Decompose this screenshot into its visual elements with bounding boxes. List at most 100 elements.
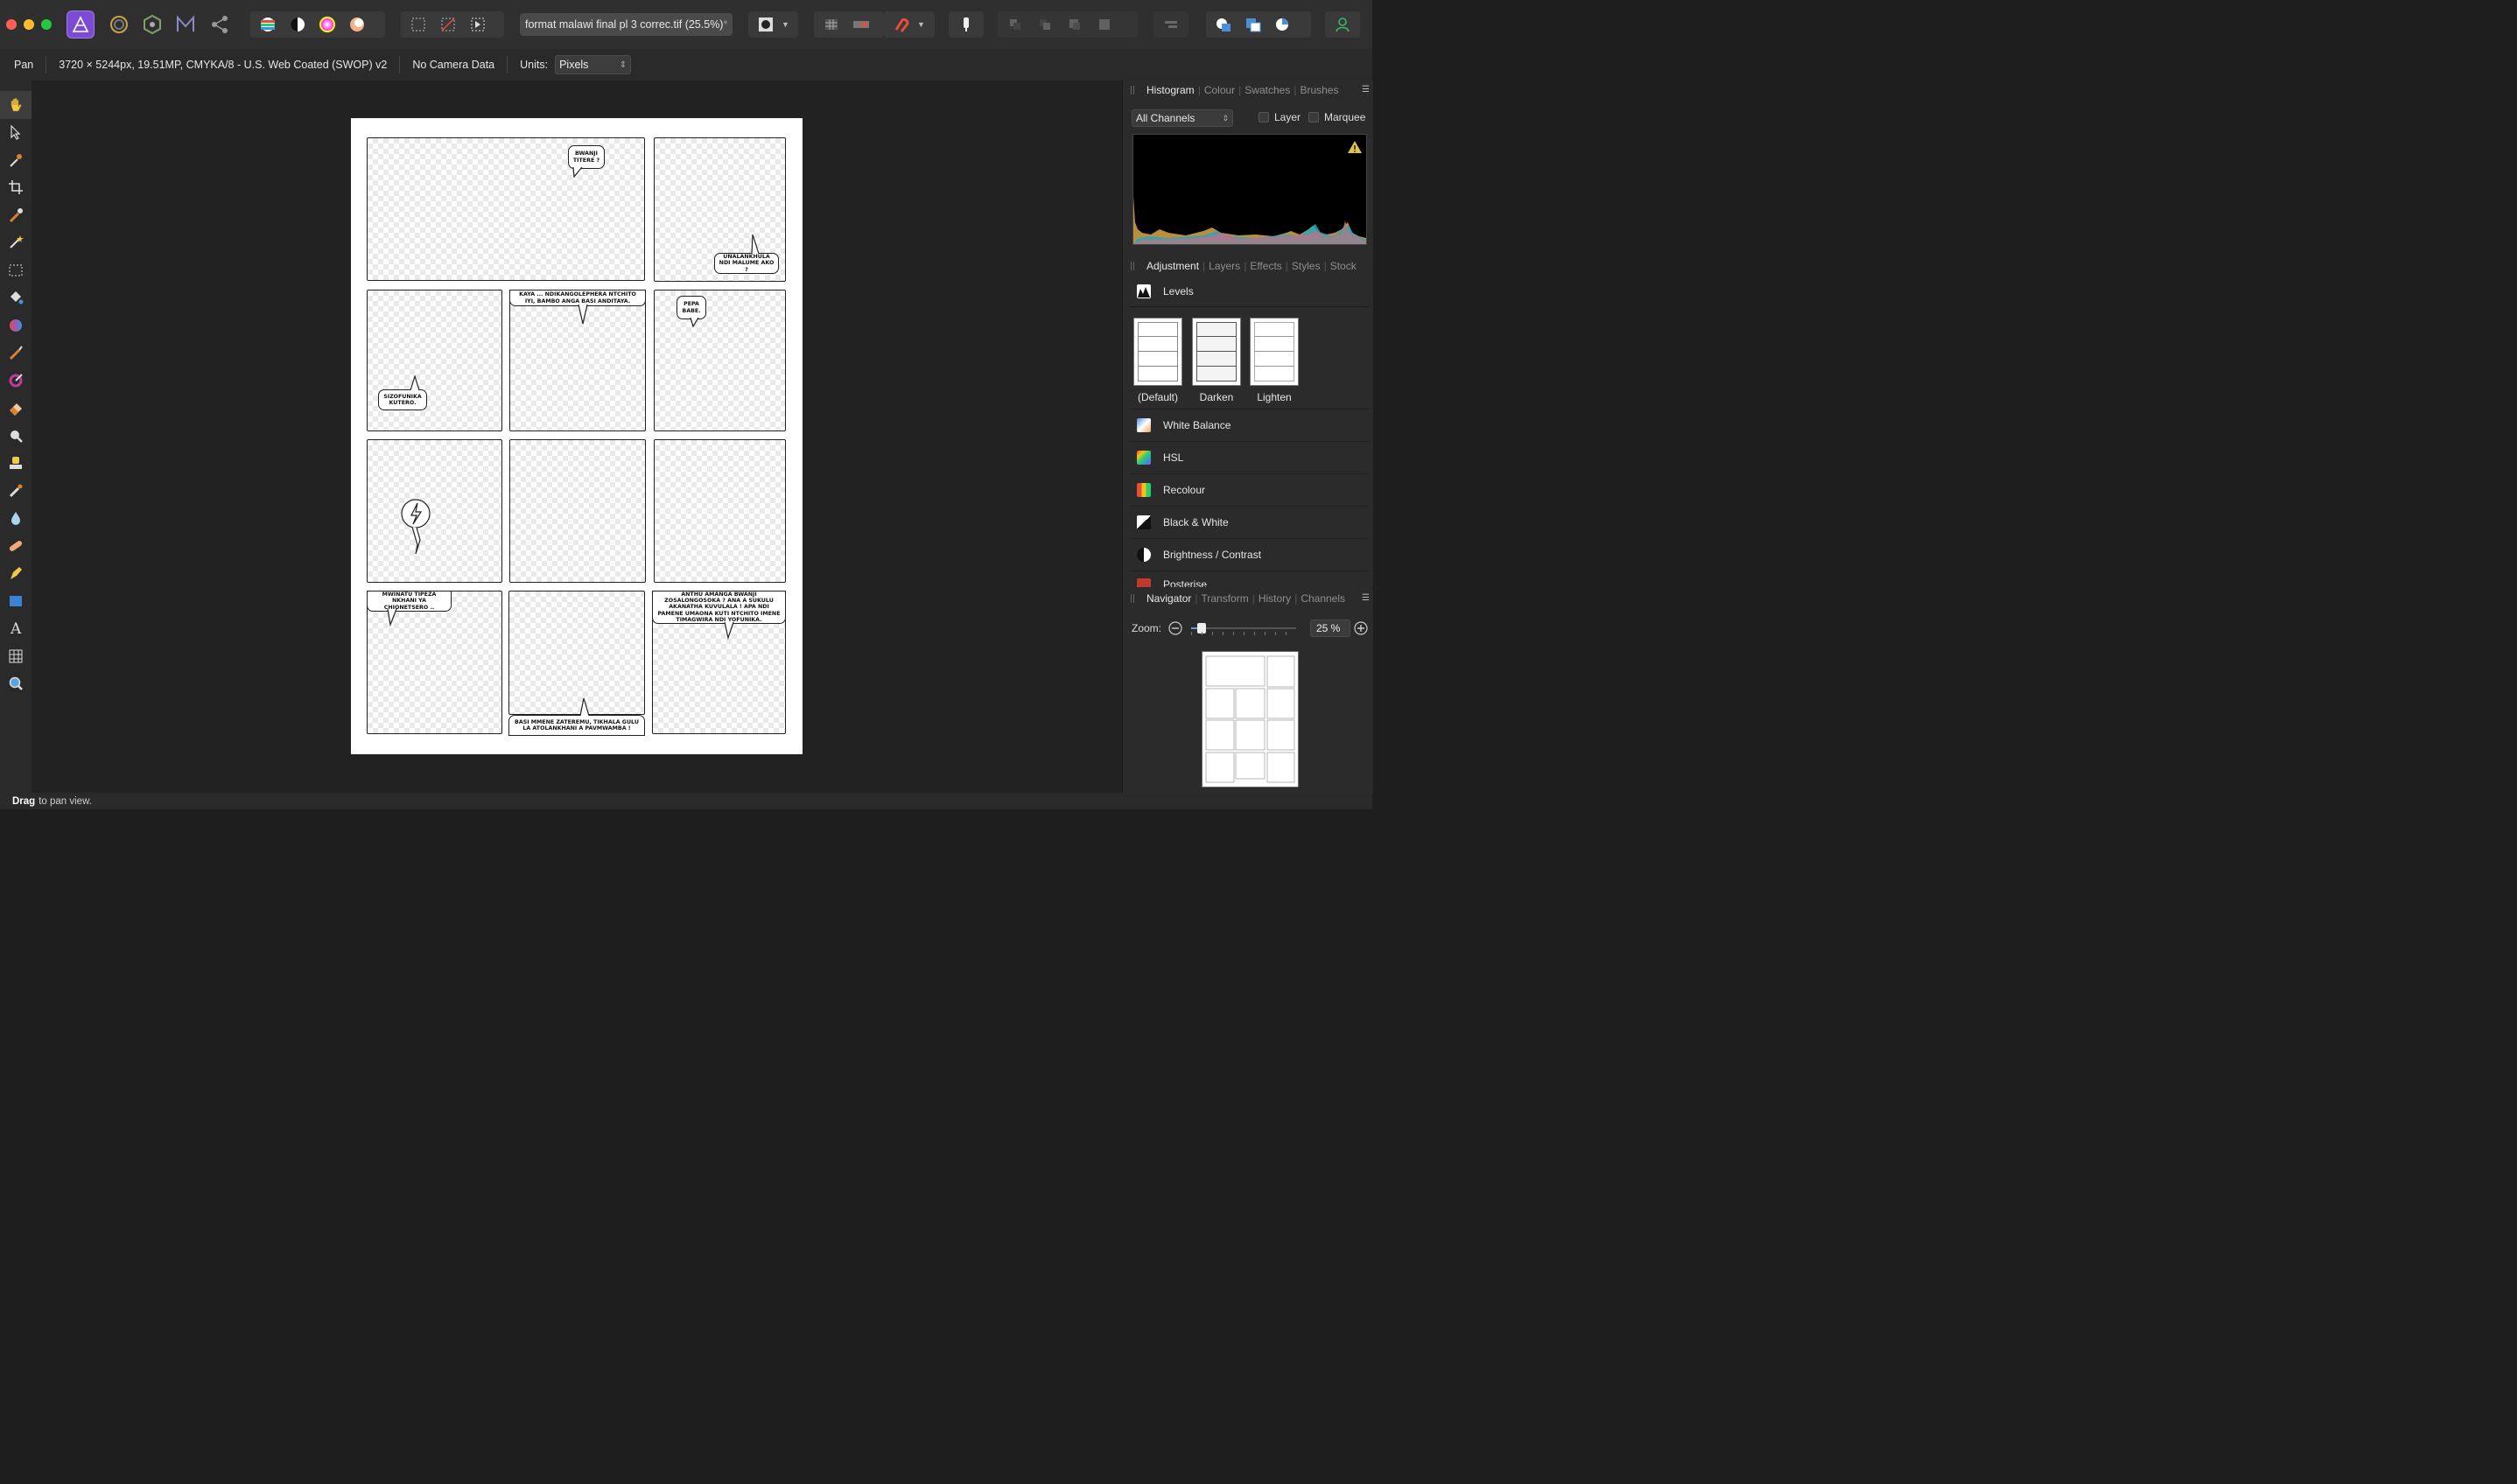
layer-checkbox[interactable]: Layer: [1258, 111, 1301, 123]
panel-grip[interactable]: [1131, 594, 1134, 603]
adjustment-label: Recolour: [1163, 483, 1206, 496]
warning-icon[interactable]: [1347, 140, 1363, 154]
mesh-warp-tool-icon[interactable]: [0, 642, 32, 670]
account-icon[interactable]: [1329, 13, 1357, 36]
clone-tool-icon[interactable]: [0, 450, 32, 478]
adjustment-black-white[interactable]: Black & White: [1130, 506, 1370, 537]
tab-stock[interactable]: Stock: [1328, 260, 1359, 272]
blur-tool-icon[interactable]: [0, 505, 32, 533]
selection-brush-tool-icon[interactable]: [0, 201, 32, 229]
hand-tool-icon[interactable]: [0, 91, 32, 119]
erase-tool-icon[interactable]: [0, 395, 32, 423]
units-select[interactable]: Pixels: [555, 55, 632, 74]
zoom-input[interactable]: 25 %: [1310, 620, 1350, 637]
preset-lighten[interactable]: Lighten: [1250, 318, 1299, 403]
color-replacement-tool-icon[interactable]: [0, 367, 32, 395]
navigator-panel: Navigator | Transform | History | Channels …: [1123, 589, 1373, 793]
comic-page[interactable]: BWANJI TITERE ? UNALANKHULA NDI MALUME A…: [351, 118, 803, 754]
preset-darken[interactable]: Darken: [1192, 318, 1241, 403]
tab-channels[interactable]: Channels: [1298, 592, 1348, 605]
marquee-checkbox-label: Marquee: [1324, 111, 1366, 123]
snapping-magnet-icon[interactable]: [887, 13, 915, 36]
chevron-down-icon[interactable]: ▼: [782, 20, 789, 29]
select-all-icon[interactable]: [404, 13, 432, 36]
marquee-checkbox[interactable]: Marquee: [1308, 111, 1365, 123]
liquify-persona-icon[interactable]: [109, 14, 130, 39]
invert-selection-icon[interactable]: [464, 13, 492, 36]
tab-navigator[interactable]: Navigator: [1144, 592, 1194, 605]
document-tab-title: format malawi final pl 3 correc.tif (25.…: [525, 18, 724, 31]
levels-icon[interactable]: [254, 13, 282, 36]
tone-mapping-persona-icon[interactable]: [175, 14, 196, 39]
text-tool-icon[interactable]: A: [0, 615, 32, 643]
tab-effects[interactable]: Effects: [1247, 260, 1284, 272]
flood-fill-tool-icon[interactable]: [0, 284, 32, 312]
close-window-button[interactable]: [6, 19, 17, 30]
tab-styles[interactable]: Styles: [1289, 260, 1323, 272]
gradient-tool-icon[interactable]: [0, 312, 32, 340]
rectangle-tool-icon[interactable]: [0, 587, 32, 615]
move-tool-icon[interactable]: [0, 119, 32, 147]
healing-tool-icon[interactable]: [0, 532, 32, 560]
tab-histogram[interactable]: Histogram: [1144, 84, 1197, 96]
intersect-shape-icon[interactable]: [1269, 13, 1297, 36]
zoom-window-button[interactable]: [41, 19, 52, 30]
hsl-icon[interactable]: [313, 13, 341, 36]
add-shape-icon[interactable]: [1209, 13, 1237, 36]
zoom-in-icon[interactable]: [1353, 620, 1369, 636]
adjustment-posterise[interactable]: Posterise: [1130, 570, 1370, 587]
move-back-one-icon[interactable]: [1031, 13, 1059, 36]
document-canvas[interactable]: BWANJI TITERE ? UNALANKHULA NDI MALUME A…: [32, 80, 1122, 793]
tab-swatches[interactable]: Swatches: [1242, 84, 1293, 96]
minimize-window-button[interactable]: [24, 19, 34, 30]
crop-tool-icon[interactable]: [0, 174, 32, 202]
tab-brushes[interactable]: Brushes: [1297, 84, 1341, 96]
marquee-tool-icon[interactable]: [0, 256, 32, 284]
comic-panel: [654, 439, 786, 583]
panel-grip[interactable]: [1131, 86, 1134, 94]
chevron-down-icon[interactable]: ▼: [917, 20, 925, 29]
export-persona-icon[interactable]: [209, 14, 230, 39]
move-forward-one-icon[interactable]: [1061, 13, 1089, 36]
tab-transform[interactable]: Transform: [1198, 592, 1251, 605]
adjustment-hsl[interactable]: HSL: [1130, 441, 1370, 472]
brightness-contrast-icon[interactable]: [284, 13, 312, 36]
quick-mask-icon[interactable]: [752, 13, 780, 36]
zoom-slider-track[interactable]: [1191, 623, 1296, 634]
panel-menu-icon[interactable]: ☰: [1362, 593, 1370, 603]
assistant-icon[interactable]: [847, 13, 875, 36]
channels-select[interactable]: All Channels ⇕: [1132, 109, 1233, 127]
develop-persona-icon[interactable]: [142, 14, 163, 39]
document-tab[interactable]: format malawi final pl 3 correc.tif (25.…: [520, 13, 733, 36]
adjustment-brightness-contrast[interactable]: Brightness / Contrast: [1130, 538, 1370, 570]
zoom-tool-icon[interactable]: [0, 670, 32, 698]
paint-brush-tool-icon[interactable]: [0, 340, 32, 368]
blemish-tool-icon[interactable]: [0, 477, 32, 505]
grid-icon[interactable]: [817, 13, 845, 36]
photo-persona-icon[interactable]: [67, 10, 95, 38]
color-picker-tool-icon[interactable]: [0, 146, 32, 174]
white-balance-icon[interactable]: [343, 13, 371, 36]
flood-select-tool-icon[interactable]: [0, 229, 32, 257]
align-icon[interactable]: [1157, 13, 1185, 36]
preset-default[interactable]: (Default): [1133, 318, 1182, 403]
pen-tool-icon[interactable]: [0, 560, 32, 588]
zoom-out-icon[interactable]: [1167, 620, 1183, 636]
tab-history[interactable]: History: [1256, 592, 1294, 605]
levels-header[interactable]: Levels: [1130, 276, 1370, 307]
move-to-back-icon[interactable]: [1001, 13, 1029, 36]
move-to-front-icon[interactable]: [1090, 13, 1118, 36]
dodge-tool-icon[interactable]: [0, 422, 32, 450]
panel-grip[interactable]: [1131, 262, 1134, 270]
tab-adjustment[interactable]: Adjustment: [1144, 260, 1202, 272]
tab-layers[interactable]: Layers: [1206, 260, 1243, 272]
levels-title: Levels: [1163, 284, 1194, 298]
adjustment-white-balance[interactable]: White Balance: [1130, 409, 1370, 440]
subtract-shape-icon[interactable]: [1239, 13, 1267, 36]
deselect-icon[interactable]: [434, 13, 462, 36]
pressure-icon[interactable]: [952, 13, 980, 36]
adjustment-recolour[interactable]: Recolour: [1130, 473, 1370, 505]
panel-menu-icon[interactable]: ☰: [1362, 85, 1370, 94]
navigator-thumbnail[interactable]: [1202, 651, 1299, 788]
tab-colour[interactable]: Colour: [1202, 84, 1237, 96]
